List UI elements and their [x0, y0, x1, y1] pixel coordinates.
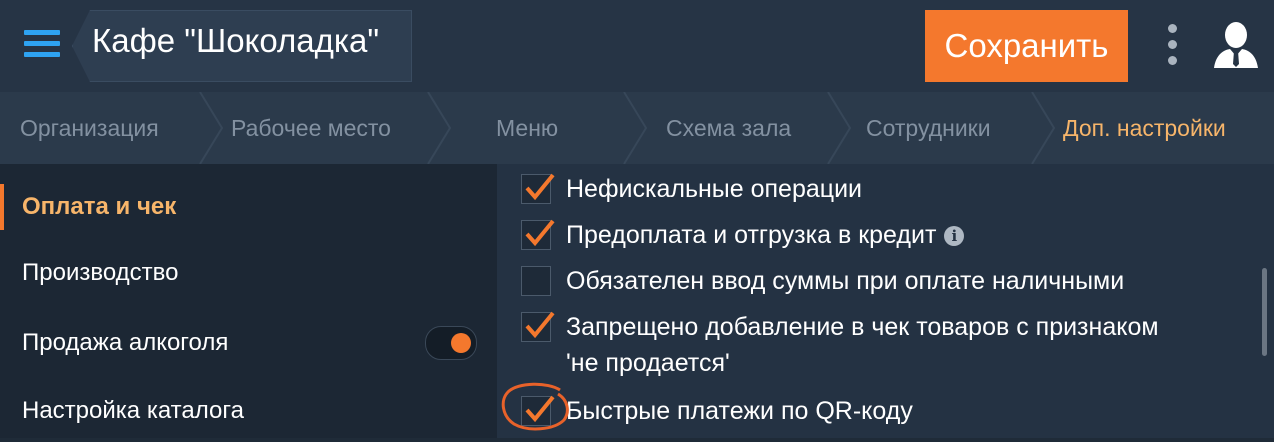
tab-separator: [827, 92, 852, 164]
option-label-continued: 'не продается': [566, 349, 730, 377]
checkmark-icon: [525, 311, 555, 339]
kebab-menu-icon[interactable]: [1160, 24, 1184, 70]
checkbox-checked[interactable]: [521, 219, 555, 250]
checkbox-unchecked[interactable]: [521, 266, 551, 296]
checkmark-icon: [525, 173, 555, 201]
sidebar-item-payment-receipt[interactable]: Оплата и чек: [0, 176, 497, 238]
option-label: Обязателен ввод суммы при оплате наличны…: [566, 267, 1125, 295]
user-avatar-icon[interactable]: [1210, 18, 1262, 70]
option-label: Запрещено добавление в чек товаров с при…: [566, 313, 1159, 341]
option-label: Предоплата и отгрузка в кредит: [566, 221, 937, 249]
sidebar-item-production[interactable]: Производство: [0, 242, 497, 304]
checkmark-icon: [525, 395, 555, 423]
tab-separator: [1031, 92, 1056, 164]
option-label: Нефискальные операции: [566, 175, 863, 203]
page-title: Кафе "Шоколадка": [92, 22, 380, 59]
top-bar: Кафе "Шоколадка" Сохранить: [0, 0, 1274, 92]
sidebar-item-catalog-settings[interactable]: Настройка каталога: [0, 380, 497, 442]
toggle-knob: [451, 333, 471, 353]
hamburger-menu-icon[interactable]: [24, 30, 60, 60]
info-icon[interactable]: i: [944, 226, 965, 246]
tab-hall-scheme[interactable]: Схема зала: [666, 92, 791, 164]
tab-workplace[interactable]: Рабочее место: [231, 92, 391, 164]
save-button[interactable]: Сохранить: [925, 10, 1128, 82]
sidebar: Оплата и чек Производство Продажа алкого…: [0, 164, 497, 438]
sidebar-item-label: Настройка каталога: [22, 397, 244, 424]
sidebar-item-label: Оплата и чек: [22, 193, 177, 220]
tab-separator: [199, 92, 224, 164]
alcohol-sales-toggle[interactable]: [425, 326, 477, 360]
sidebar-item-label: Производство: [22, 259, 179, 286]
tab-separator: [623, 92, 648, 164]
option-label: Быстрые платежи по QR-коду: [566, 397, 913, 425]
tab-organization[interactable]: Организация: [20, 92, 159, 164]
checkbox-checked[interactable]: [521, 311, 555, 342]
settings-panel: Нефискальные операции Предоплата и отгру…: [497, 164, 1274, 438]
tab-separator: [427, 92, 452, 164]
sidebar-item-alcohol-sales[interactable]: Продажа алкоголя: [0, 312, 497, 374]
tab-menu[interactable]: Меню: [496, 92, 558, 164]
checkbox-checked[interactable]: [521, 395, 555, 426]
checkbox-checked[interactable]: [521, 173, 555, 204]
active-indicator: [0, 184, 4, 230]
tab-extra-settings[interactable]: Доп. настройки: [1063, 92, 1226, 164]
tab-strip: Организация Рабочее место Меню Схема зал…: [0, 92, 1274, 164]
tab-employees[interactable]: Сотрудники: [866, 92, 991, 164]
checkmark-icon: [525, 219, 555, 247]
sidebar-item-label: Продажа алкоголя: [22, 329, 229, 356]
scrollbar[interactable]: [1262, 268, 1267, 356]
